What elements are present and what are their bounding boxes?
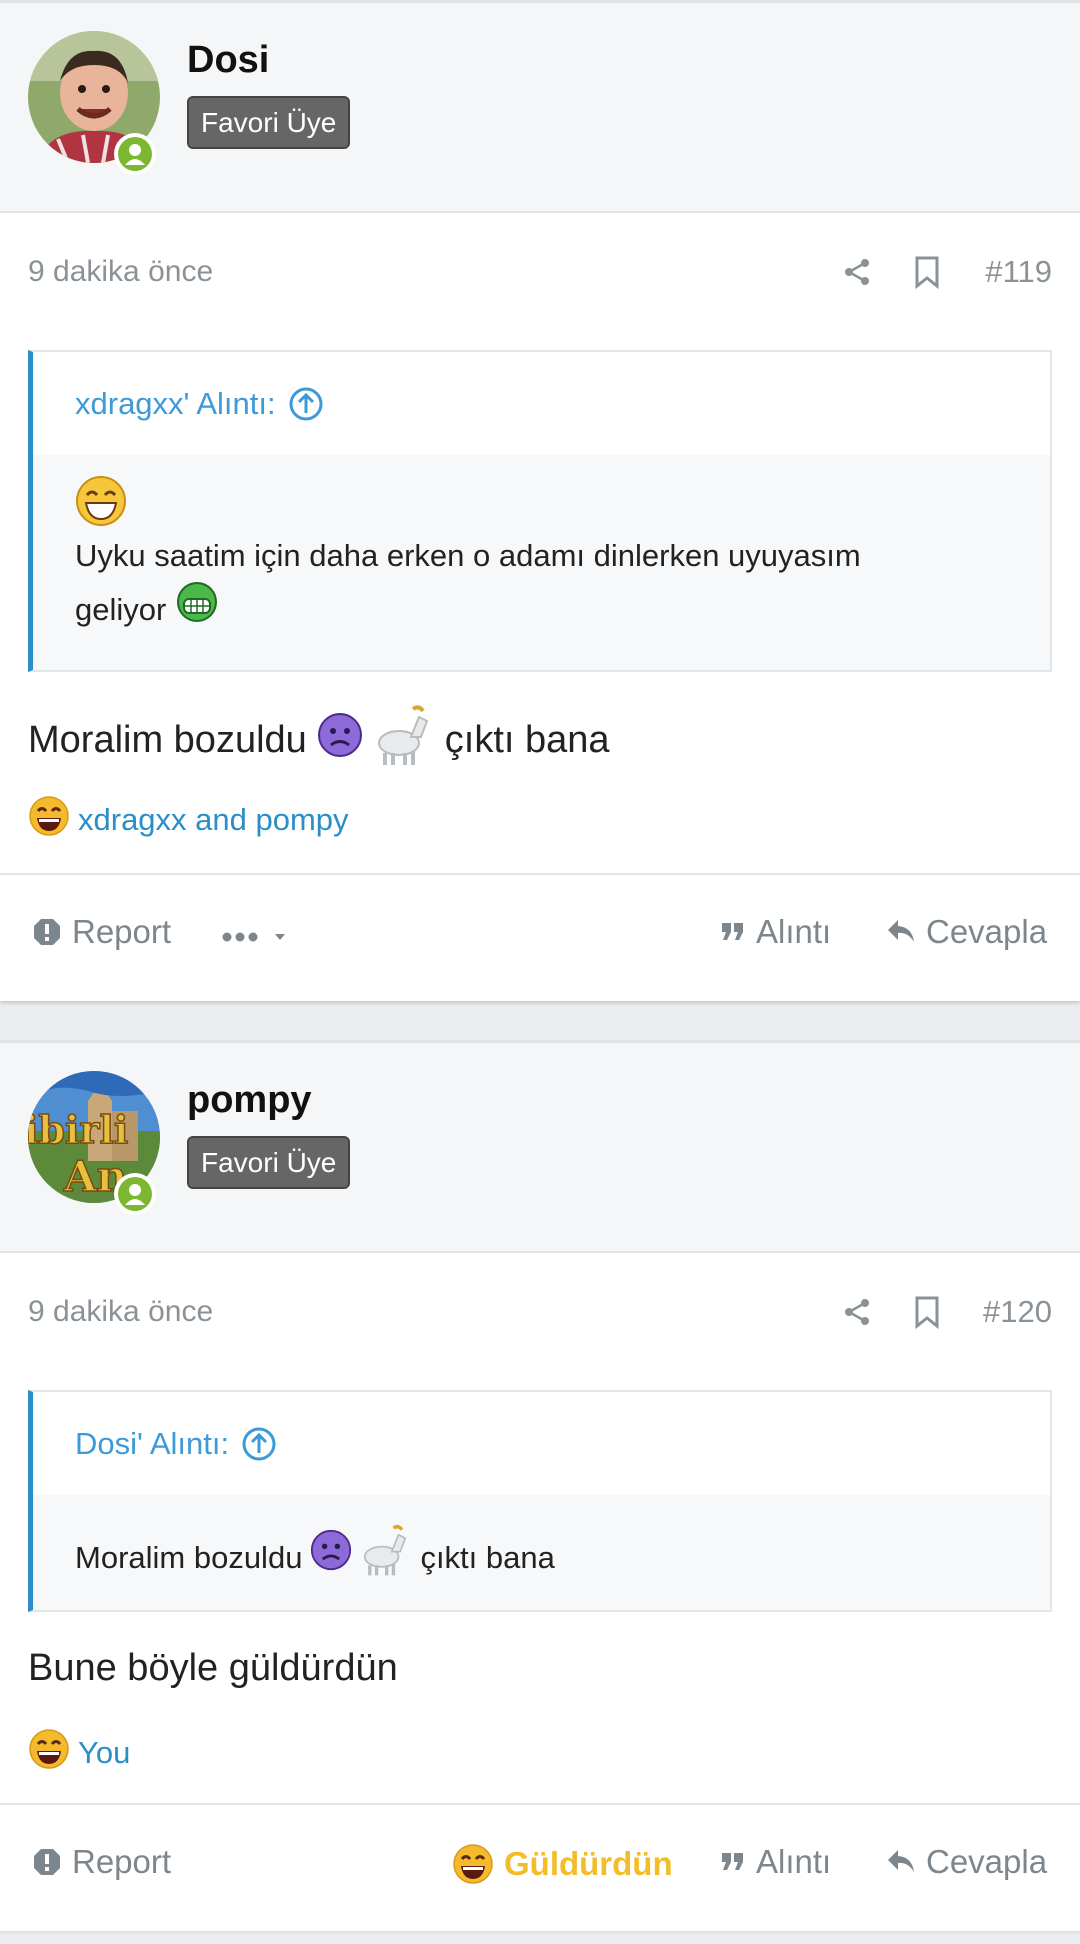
quote-button[interactable]: Alıntı	[720, 1843, 831, 1881]
report-button[interactable]: Report	[32, 1843, 171, 1881]
reply-icon	[888, 920, 914, 942]
share-icon[interactable]	[842, 257, 872, 292]
post-header: ibirli An pompy Favori Üye	[0, 1043, 1080, 1253]
quote-line: Moralim bozuldu	[75, 1539, 303, 1575]
reaction-button-reacted[interactable]: Güldürdün	[452, 1843, 673, 1885]
reacted-label: Güldürdün	[504, 1845, 673, 1882]
laughing-emoji-icon	[28, 1728, 70, 1778]
reaction-users[interactable]: You	[78, 1735, 130, 1771]
quote-author[interactable]: xdragxx' Alıntı:	[75, 386, 276, 422]
reply-button[interactable]: Cevapla	[886, 1843, 1047, 1881]
quote-label: Alıntı	[756, 1843, 832, 1880]
post-header: Dosi Favori Üye	[0, 3, 1080, 213]
share-icon[interactable]	[842, 1297, 872, 1332]
reply-label: Cevapla	[926, 1843, 1048, 1880]
more-dots-icon	[222, 932, 285, 942]
alert-icon	[34, 1849, 60, 1875]
goat-icon	[371, 703, 435, 777]
reply-button[interactable]: Cevapla	[886, 913, 1047, 951]
online-status-icon	[114, 133, 156, 175]
quote-block: xdragxx' Alıntı: Uyku saatim için daha e…	[28, 350, 1052, 672]
quote-line: geliyor	[75, 591, 167, 627]
quote-line: Uyku saatim için daha erken o adamı dinl…	[75, 538, 861, 573]
arrow-up-circle-icon[interactable]	[288, 386, 324, 422]
message-text: çıktı bana	[444, 718, 610, 761]
quote-icon	[722, 1853, 743, 1870]
quote-body: Uyku saatim için daha erken o adamı dinl…	[33, 455, 1050, 668]
quote-icon	[722, 923, 743, 940]
post-time[interactable]: 9 dakika önce	[28, 255, 213, 289]
username[interactable]: Dosi	[187, 39, 269, 82]
quote-title[interactable]: xdragxx' Alıntı:	[75, 386, 324, 422]
reply-label: Cevapla	[926, 913, 1048, 950]
quote-header: Dosi' Alıntı:	[33, 1392, 1050, 1495]
bookmark-icon[interactable]	[913, 255, 941, 294]
grinning-green-emoji-icon	[176, 581, 218, 638]
post-number[interactable]: #119	[985, 254, 1052, 290]
quote-line: çıktı bana	[420, 1539, 555, 1575]
reply-icon	[888, 1850, 914, 1872]
report-button[interactable]: Report	[32, 913, 171, 951]
reaction-users[interactable]: xdragxx and pompy	[78, 802, 349, 838]
post-message: Bune böyle güldürdün	[28, 1647, 398, 1690]
quote-author[interactable]: Dosi' Alıntı:	[75, 1426, 229, 1462]
message-text: Moralim bozuldu	[28, 718, 307, 761]
laughing-emoji-icon	[75, 475, 1008, 531]
laughing-emoji-icon	[453, 1844, 493, 1884]
user-title-badge: Favori Üye	[187, 1136, 351, 1189]
post-footer: Report Güldürdün Alıntı Cevapla	[0, 1803, 1080, 1931]
sad-emoji-icon	[317, 712, 363, 768]
post-message: Moralim bozuldu çıktı bana	[28, 703, 610, 777]
message-text: Bune böyle güldürdün	[28, 1647, 398, 1689]
laughing-emoji-icon	[28, 795, 70, 845]
reaction-summary[interactable]: xdragxx and pompy	[28, 795, 349, 845]
svg-text:ibirli: ibirli	[28, 1107, 128, 1152]
post-meta: 9 dakika önce #120	[0, 1253, 1080, 1353]
post-footer: Report Alıntı Cevapla	[0, 873, 1080, 1001]
post-120: ibirli An pompy Favori Üye 9 dakika önce…	[0, 1040, 1080, 1931]
post-119: Dosi Favori Üye 9 dakika önce #119 xdrag…	[0, 0, 1080, 1001]
sad-emoji-icon	[310, 1529, 352, 1586]
quote-title[interactable]: Dosi' Alıntı:	[75, 1426, 277, 1462]
post-number[interactable]: #120	[983, 1294, 1052, 1330]
post-meta: 9 dakika önce #119	[0, 213, 1080, 313]
bookmark-icon[interactable]	[913, 1295, 941, 1334]
report-label: Report	[72, 1843, 172, 1880]
online-status-icon	[114, 1173, 156, 1215]
goat-icon	[358, 1523, 412, 1592]
arrow-up-circle-icon[interactable]	[241, 1426, 277, 1462]
alert-icon	[34, 919, 60, 945]
post-time[interactable]: 9 dakika önce	[28, 1295, 213, 1329]
more-options-button[interactable]	[222, 927, 292, 947]
quote-label: Alıntı	[756, 913, 832, 950]
user-title-badge: Favori Üye	[187, 96, 351, 149]
quote-body: Moralim bozuldu çıktı bana	[33, 1495, 1050, 1622]
reaction-summary[interactable]: You	[28, 1728, 130, 1778]
report-label: Report	[72, 913, 172, 950]
quote-block: Dosi' Alıntı: Moralim bozuldu çıktı bana	[28, 1390, 1052, 1612]
quote-header: xdragxx' Alıntı:	[33, 352, 1050, 455]
quote-button[interactable]: Alıntı	[720, 913, 831, 951]
username[interactable]: pompy	[187, 1079, 312, 1122]
